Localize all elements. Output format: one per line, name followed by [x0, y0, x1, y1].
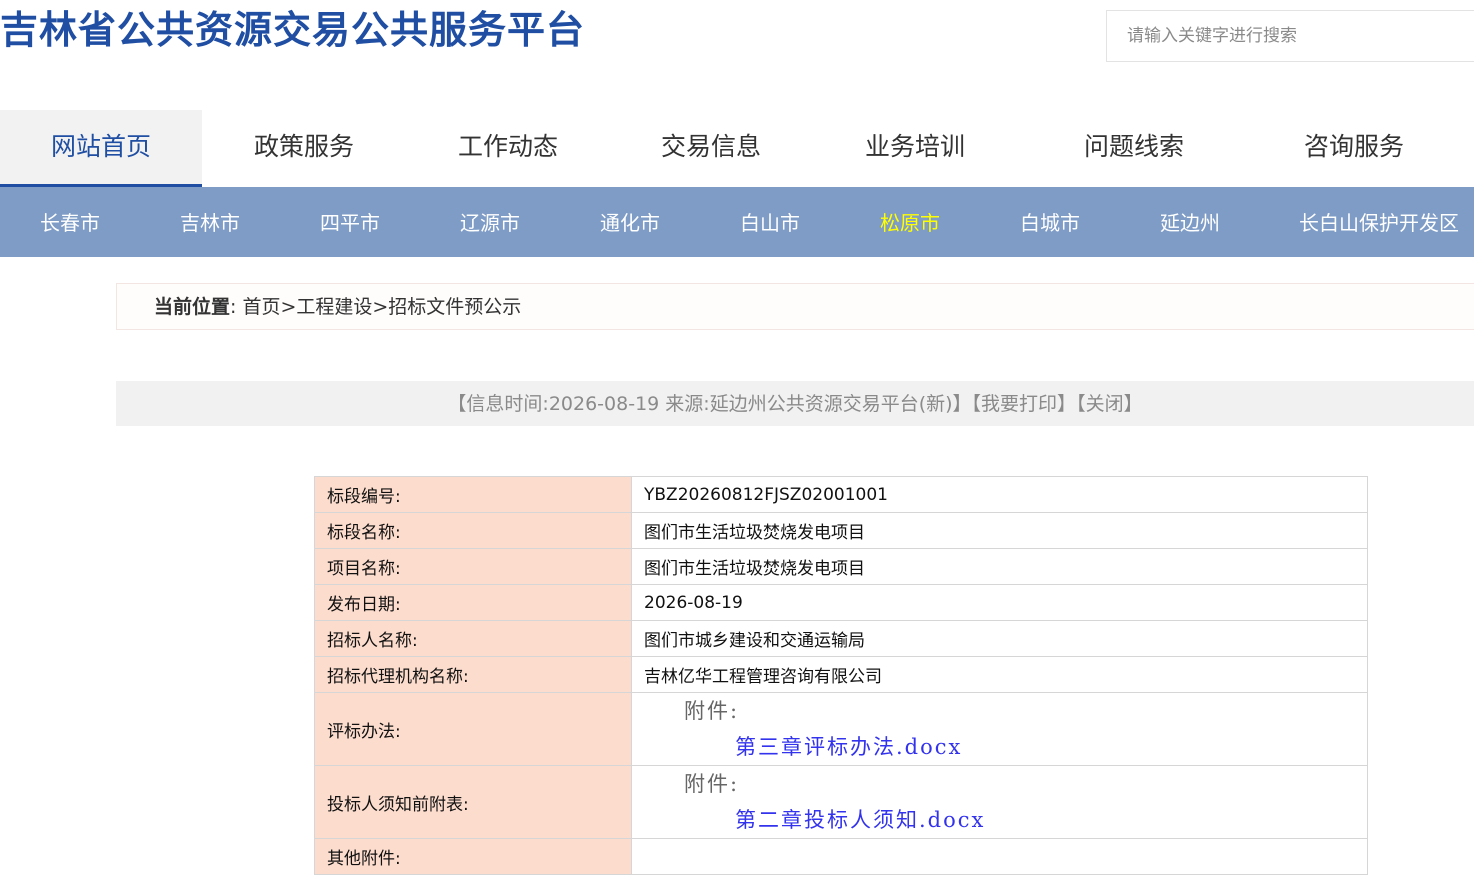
attachment-cell: 附件: 第二章投标人须知.docx: [631, 765, 1368, 839]
table-row: 发布日期: 2026-08-19: [314, 584, 1368, 621]
info-bar: 【信息时间:2026-08-19 来源:延边州公共资源交易平台(新)】【我要打印…: [116, 381, 1474, 426]
nav-item-training[interactable]: 业务培训: [815, 110, 1015, 187]
table-row: 标段名称: 图们市生活垃圾焚烧发电项目: [314, 512, 1368, 549]
row-label: 招标人名称:: [314, 620, 632, 657]
city-item-baicheng[interactable]: 白城市: [980, 187, 1120, 257]
breadcrumb-label: 当前位置: [154, 296, 231, 318]
main-nav: 网站首页 政策服务 工作动态 交易信息 业务培训 问题线索 咨询服务: [0, 110, 1474, 187]
search-input[interactable]: [1107, 11, 1474, 61]
nav-item-clues[interactable]: 问题线索: [1034, 110, 1234, 187]
row-value: 图们市生活垃圾焚烧发电项目: [631, 548, 1368, 585]
attachment-link-evaluation[interactable]: 第三章评标办法.docx: [644, 729, 1355, 765]
nav-item-home[interactable]: 网站首页: [0, 110, 202, 187]
row-value: 图们市生活垃圾焚烧发电项目: [631, 512, 1368, 549]
detail-table: 标段编号: YBZ20260812FJSZ02001001 标段名称: 图们市生…: [314, 476, 1368, 875]
row-value: YBZ20260812FJSZ02001001: [631, 476, 1368, 513]
table-row: 招标代理机构名称: 吉林亿华工程管理咨询有限公司: [314, 656, 1368, 693]
attachment-cell: 附件: 第三章评标办法.docx: [631, 692, 1368, 766]
row-label: 其他附件:: [314, 838, 632, 875]
info-date: 2026-08-19: [548, 393, 660, 415]
table-row: 标段编号: YBZ20260812FJSZ02001001: [314, 476, 1368, 513]
row-label: 标段名称:: [314, 512, 632, 549]
row-label: 标段编号:: [314, 476, 632, 513]
site-title: 吉林省公共资源交易公共服务平台: [0, 8, 586, 52]
city-item-liaoyuan[interactable]: 辽源市: [420, 187, 560, 257]
city-item-baishan[interactable]: 白山市: [700, 187, 840, 257]
city-nav: 长春市 吉林市 四平市 辽源市 通化市 白山市 松原市 白城市 延边州 长白山保…: [0, 187, 1474, 257]
info-source-label: 来源:: [665, 393, 710, 415]
nav-item-work-news[interactable]: 工作动态: [408, 110, 608, 187]
attachment-label: 附件:: [684, 772, 740, 796]
table-row: 招标人名称: 图们市城乡建设和交通运输局: [314, 620, 1368, 657]
row-label: 项目名称:: [314, 548, 632, 585]
city-item-tonghua[interactable]: 通化市: [560, 187, 700, 257]
row-label: 发布日期:: [314, 584, 632, 621]
breadcrumb-colon: :: [230, 296, 237, 318]
city-item-yanbian[interactable]: 延边州: [1120, 187, 1260, 257]
row-value: 图们市城乡建设和交通运输局: [631, 620, 1368, 657]
city-item-jilin[interactable]: 吉林市: [140, 187, 280, 257]
table-row: 投标人须知前附表: 附件: 第二章投标人须知.docx: [314, 765, 1368, 839]
attachment-label: 附件:: [684, 699, 740, 723]
city-item-changchun[interactable]: 长春市: [0, 187, 140, 257]
table-row: 项目名称: 图们市生活垃圾焚烧发电项目: [314, 548, 1368, 585]
row-label: 评标办法:: [314, 692, 632, 766]
nav-item-trade-info[interactable]: 交易信息: [611, 110, 811, 187]
city-item-songyuan[interactable]: 松原市: [840, 187, 980, 257]
breadcrumb-path[interactable]: 首页>工程建设>招标文件预公示: [242, 296, 521, 318]
search-box: [1106, 10, 1474, 62]
row-value: 2026-08-19: [631, 584, 1368, 621]
info-suffix: 】: [952, 393, 972, 415]
attachment-link-bidder-notice[interactable]: 第二章投标人须知.docx: [644, 802, 1355, 838]
info-source: 延边州公共资源交易平台(新): [709, 393, 953, 415]
info-time-prefix: 【信息时间:: [447, 393, 549, 415]
city-item-changbaishan[interactable]: 长白山保护开发区: [1290, 187, 1468, 257]
row-value: [631, 838, 1368, 875]
row-label: 招标代理机构名称:: [314, 656, 632, 693]
print-link[interactable]: 【我要打印】: [972, 393, 1077, 415]
table-row: 其他附件:: [314, 838, 1368, 875]
nav-item-policy[interactable]: 政策服务: [204, 110, 404, 187]
row-value: 吉林亿华工程管理咨询有限公司: [631, 656, 1368, 693]
nav-item-consult[interactable]: 咨询服务: [1254, 110, 1454, 187]
close-link[interactable]: 【关闭】: [1076, 393, 1143, 415]
city-item-siping[interactable]: 四平市: [280, 187, 420, 257]
row-label: 投标人须知前附表:: [314, 765, 632, 839]
table-row: 评标办法: 附件: 第三章评标办法.docx: [314, 692, 1368, 766]
breadcrumb: 当前位置: 首页>工程建设>招标文件预公示: [116, 283, 1474, 330]
